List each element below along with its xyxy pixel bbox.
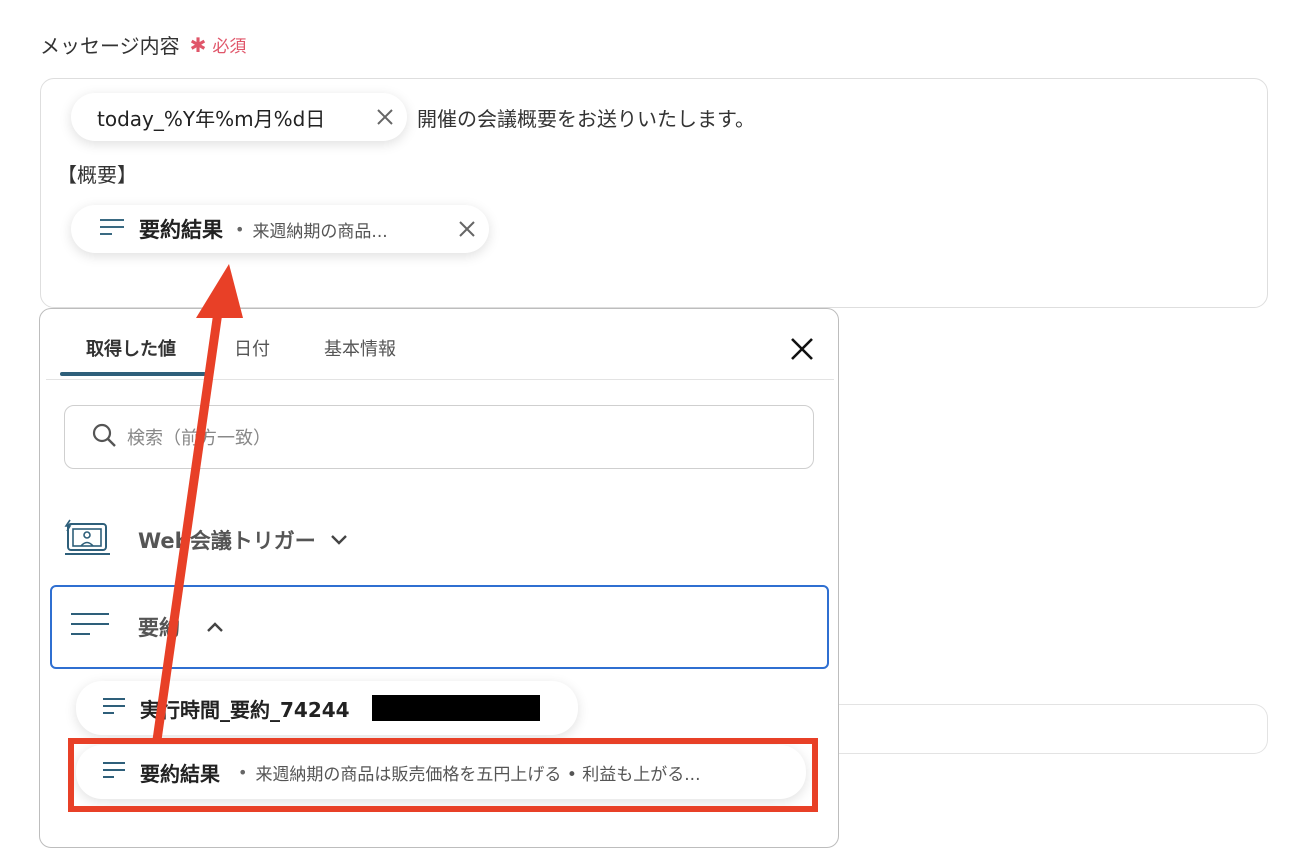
message-editor[interactable]: today_%Y年%m月%d日 開催の会議概要をお送りいたします。 【概要】 要… bbox=[40, 78, 1268, 308]
summary-chip-title: 要約結果 bbox=[139, 218, 223, 242]
picker-tabs: 取得した値 日付 基本情報 bbox=[46, 309, 834, 380]
editor-text-line1: 開催の会議概要をお送りいたします。 bbox=[417, 107, 755, 131]
required-badge: 必須 bbox=[212, 37, 247, 57]
search-placeholder: 検索（前方一致） bbox=[127, 428, 271, 449]
separator-dot: • bbox=[235, 219, 245, 239]
annotation-highlight-box bbox=[68, 738, 818, 812]
required-star-icon: ✱ bbox=[189, 32, 207, 57]
message-content-label: メッセージ内容 ✱ 必須 bbox=[40, 30, 246, 59]
group-web-meeting-trigger[interactable]: Web会議トリガー bbox=[64, 515, 364, 565]
tab-retrieved-values[interactable]: 取得した値 bbox=[86, 335, 176, 361]
remove-summary-chip-icon[interactable] bbox=[457, 219, 477, 239]
chevron-up-icon bbox=[206, 618, 224, 637]
web-meeting-icon bbox=[64, 518, 112, 562]
summary-variable-chip[interactable]: 要約結果 • 来週納期の商品... bbox=[71, 205, 489, 253]
text-lines-icon bbox=[102, 697, 126, 719]
chevron-down-icon bbox=[330, 531, 348, 550]
text-lines-icon bbox=[99, 217, 125, 241]
field-label-text: メッセージ内容 bbox=[40, 34, 180, 58]
list-item-execution-time[interactable]: 実行時間_要約_74244 bbox=[76, 681, 578, 735]
text-lines-icon bbox=[70, 611, 110, 643]
editor-text-line2: 【概要】 bbox=[57, 163, 137, 187]
redacted-value bbox=[371, 695, 540, 721]
background-input-field[interactable] bbox=[820, 704, 1268, 754]
search-input[interactable]: 検索（前方一致） bbox=[64, 405, 814, 469]
date-chip-label: today_%Y年%m月%d日 bbox=[97, 106, 326, 131]
summary-group-title: 要約 bbox=[138, 616, 180, 640]
tab-basic-info[interactable]: 基本情報 bbox=[324, 335, 396, 361]
summary-chip-preview: 来週納期の商品... bbox=[252, 221, 388, 242]
tab-date[interactable]: 日付 bbox=[234, 335, 270, 361]
search-icon bbox=[91, 422, 117, 452]
item-title: 実行時間_要約_74244 bbox=[140, 697, 350, 722]
active-tab-indicator bbox=[60, 372, 206, 376]
remove-date-chip-icon[interactable] bbox=[375, 107, 395, 127]
close-icon[interactable] bbox=[788, 335, 816, 363]
date-variable-chip[interactable]: today_%Y年%m月%d日 bbox=[71, 93, 407, 141]
group-title: Web会議トリガー bbox=[138, 529, 316, 553]
group-summary[interactable]: 要約 bbox=[50, 585, 829, 669]
